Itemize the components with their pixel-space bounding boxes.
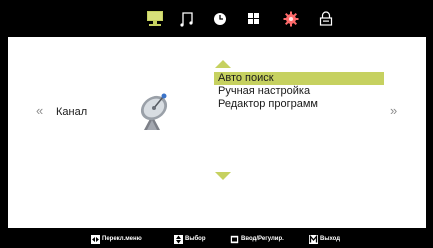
menu-panel: « Канал Авто поиск Ручная настройка Реда… <box>8 37 426 228</box>
hint-label: Выбор <box>185 236 206 242</box>
menu-item-auto-search[interactable]: Авто поиск <box>214 72 384 85</box>
hint-enter-adjust: Ввод/Регулир. <box>230 234 284 244</box>
channel-menu: Авто поиск Ручная настройка Редактор про… <box>214 72 384 111</box>
scroll-up-arrow[interactable] <box>215 60 231 68</box>
ok-key-icon <box>230 234 239 244</box>
key-hints-bar: Перекл.меню Выбор Ввод/Регулир. Выход <box>0 228 433 248</box>
up-down-arrows-icon <box>174 234 183 244</box>
hint-label: Перекл.меню <box>102 236 142 242</box>
hint-label: Выход <box>320 236 341 242</box>
menu-key-icon <box>309 234 318 244</box>
grid-icon[interactable] <box>245 10 267 28</box>
clock-icon[interactable] <box>211 10 233 28</box>
monitor-icon[interactable] <box>144 10 166 28</box>
left-right-arrows-icon <box>91 234 100 244</box>
previous-page-arrow[interactable]: « <box>36 104 43 118</box>
hint-label: Ввод/Регулир. <box>241 236 284 242</box>
satellite-dish-icon <box>130 89 176 135</box>
scroll-down-arrow[interactable] <box>215 172 231 180</box>
category-title: Канал <box>56 106 88 118</box>
gear-icon[interactable] <box>282 10 304 28</box>
hint-exit: Выход <box>309 234 340 244</box>
lock-icon[interactable] <box>317 10 339 28</box>
top-tab-bar <box>0 0 433 36</box>
music-note-icon[interactable] <box>178 10 200 28</box>
menu-item-program-editor[interactable]: Редактор программ <box>214 98 384 111</box>
next-page-arrow[interactable]: » <box>390 104 397 118</box>
hint-switch-menu: Перекл.меню <box>91 234 142 244</box>
menu-item-manual-tuning[interactable]: Ручная настройка <box>214 85 384 98</box>
hint-select: Выбор <box>174 234 206 244</box>
